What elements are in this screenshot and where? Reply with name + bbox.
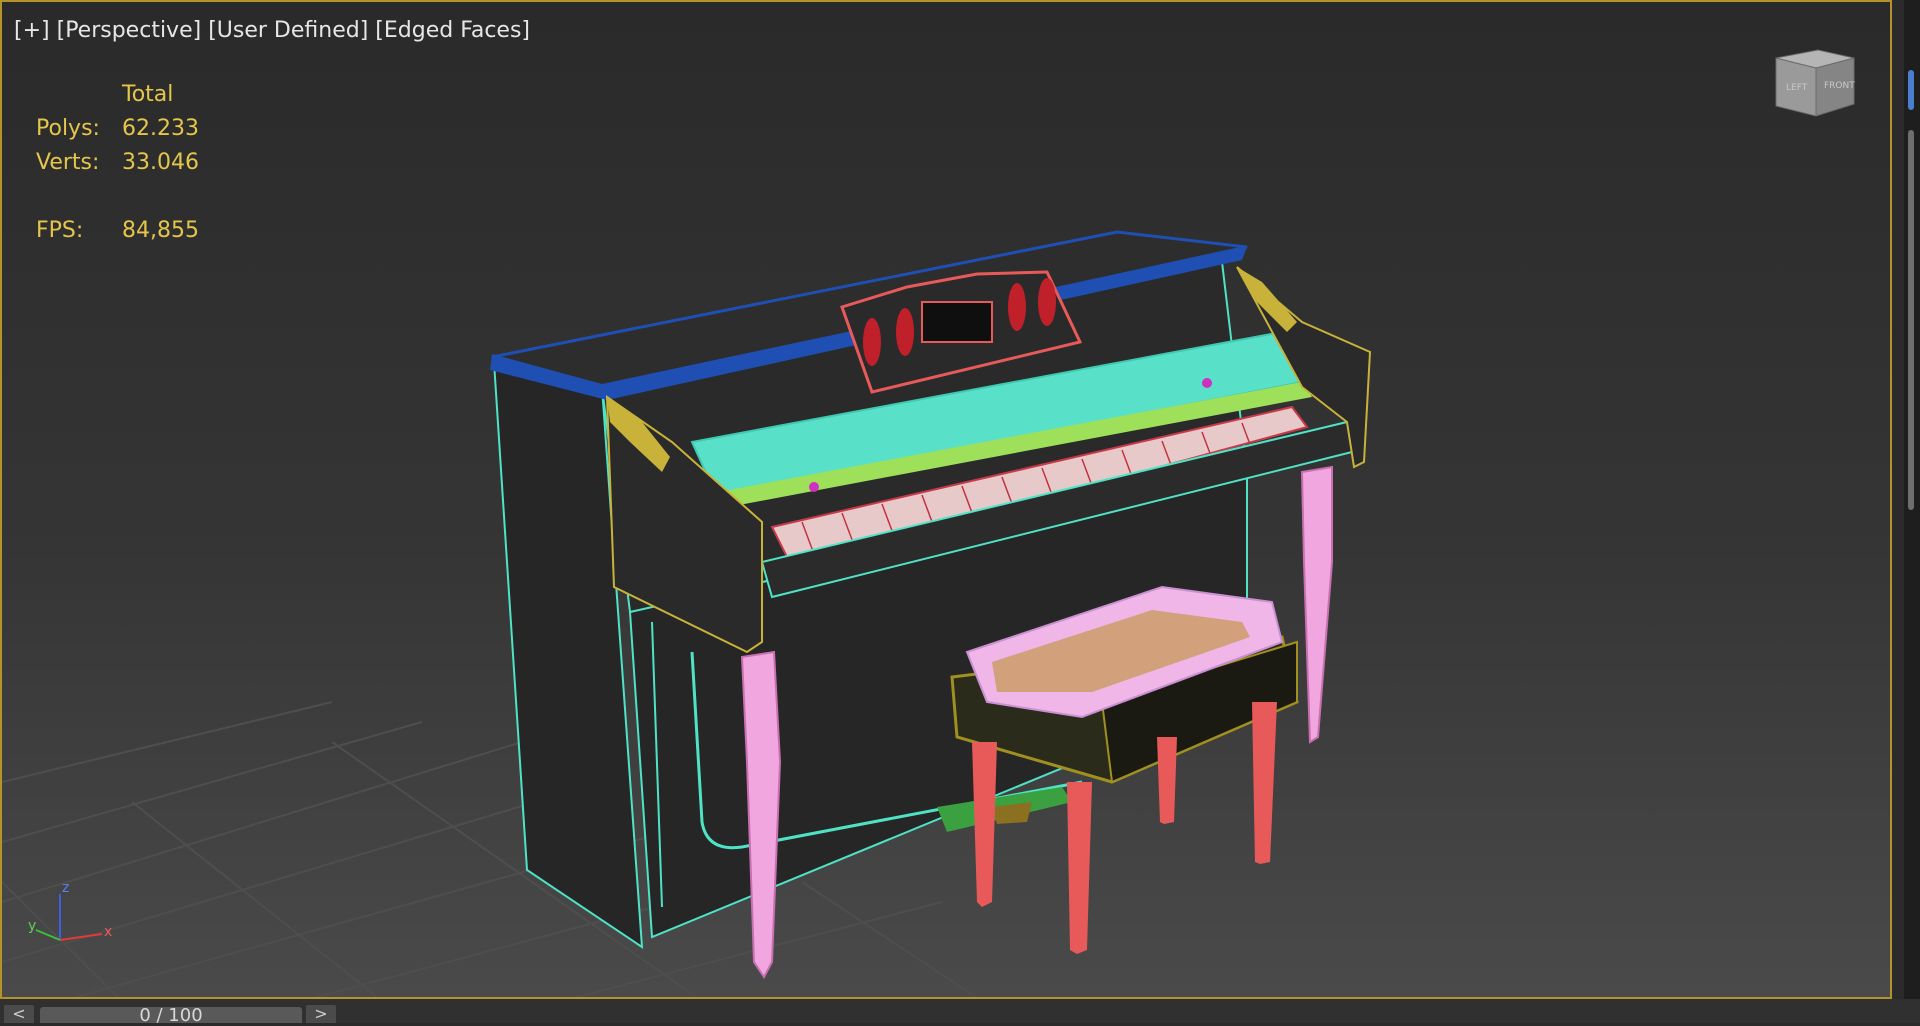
right-panel-edge [1904,0,1920,1023]
perspective-viewport[interactable]: [+] [Perspective] [User Defined] [Edged … [0,0,1892,999]
bench-leg-fr [1067,782,1092,954]
piano-leg-right [1300,465,1333,744]
viewcube-icon[interactable]: LEFT FRONT [1768,46,1858,130]
stats-polys-value: 62.233 [122,116,199,141]
viewport-menu-plus[interactable]: [+] [14,18,50,43]
stats-fps-label: FPS: [36,218,84,243]
axis-tripod-icon: z x y [28,880,112,941]
bench-leg-br [1252,702,1277,864]
stats-total-header: Total [122,82,174,107]
bench-leg-bl [1157,737,1177,824]
bench-leg-fl [972,742,997,907]
stats-verts-value: 33.046 [122,150,199,175]
time-slider-prev-button[interactable]: < [4,1005,34,1023]
time-slider-thumb[interactable]: 0 / 100 [40,1007,302,1025]
scene-canvas[interactable] [2,2,1892,999]
panel-scrollbar[interactable] [1908,130,1914,510]
viewcube-face-left: LEFT [1786,83,1808,93]
axis-z-label: z [62,880,69,896]
viewcube-face-front: FRONT [1824,81,1855,91]
stats-polys-label: Polys: [36,116,100,141]
viewport-menu-shading[interactable]: [User Defined] [208,18,368,43]
viewport-menu-edged-faces[interactable]: [Edged Faces] [375,18,530,43]
time-slider-bar: < 0 / 100 > [0,999,1920,1025]
panel-tab-indicator[interactable] [1908,70,1914,110]
stats-fps-value: 84,855 [122,218,199,243]
axis-y-label: y [28,918,36,934]
time-slider-next-button[interactable]: > [306,1005,336,1023]
viewport-label[interactable]: [+] [Perspective] [User Defined] [Edged … [14,18,530,43]
axis-x-label: x [104,924,112,940]
stats-verts-label: Verts: [36,150,100,175]
viewport-menu-perspective[interactable]: [Perspective] [57,18,202,43]
